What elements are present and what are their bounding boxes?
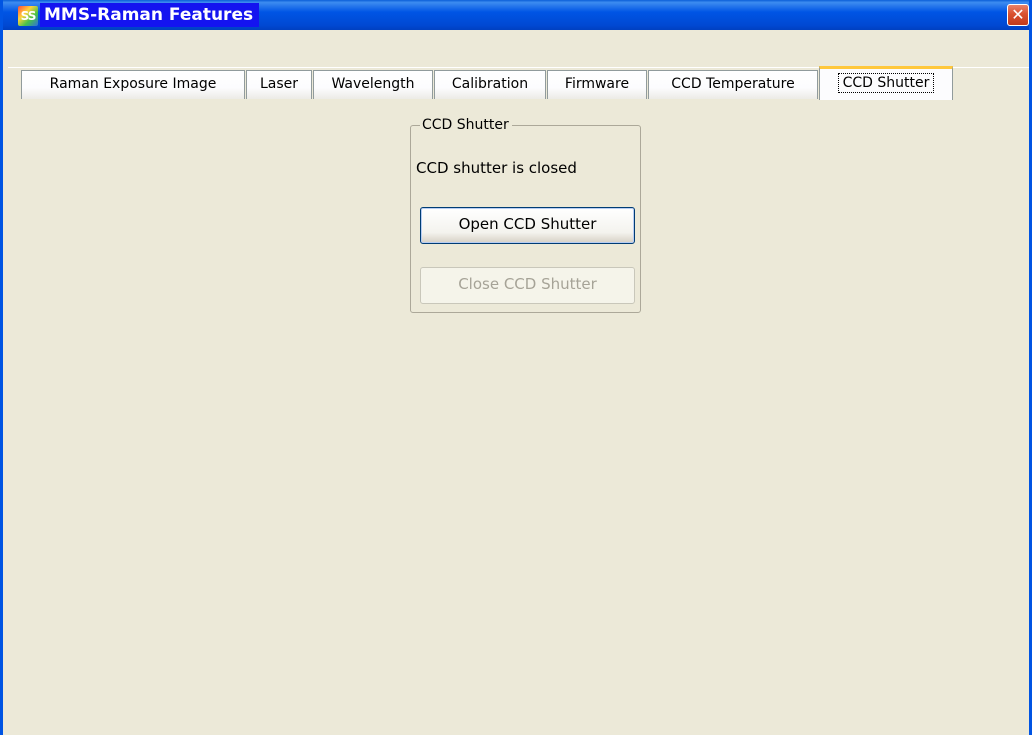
close-window-button[interactable]: ✕	[1007, 4, 1029, 26]
window-title: MMS-Raman Features	[40, 3, 260, 27]
tab-label: Firmware	[564, 76, 630, 92]
title-bar[interactable]: SS MMS-Raman Features ✕	[3, 0, 1029, 30]
tab-calibration[interactable]: Calibration	[434, 70, 546, 99]
tab-label: Raman Exposure Image	[49, 76, 217, 92]
tab-wavelength[interactable]: Wavelength	[313, 70, 433, 99]
tab-raman-exposure-image[interactable]: Raman Exposure Image	[21, 70, 245, 99]
tab-label: Wavelength	[331, 76, 415, 92]
close-ccd-shutter-button[interactable]: Close CCD Shutter	[420, 267, 635, 304]
tab-label: Laser	[259, 76, 299, 92]
app-window: SS MMS-Raman Features ✕ Raman Exposure I…	[0, 0, 1032, 735]
tab-label: CCD Shutter	[837, 73, 935, 93]
app-logo-icon: SS	[18, 6, 38, 26]
tab-firmware[interactable]: Firmware	[547, 70, 647, 99]
tab-ccd-shutter[interactable]: CCD Shutter	[819, 66, 953, 100]
open-ccd-shutter-button[interactable]: Open CCD Shutter	[420, 207, 635, 244]
tab-ccd-temperature[interactable]: CCD Temperature	[648, 70, 818, 99]
close-icon: ✕	[1011, 5, 1025, 24]
tab-label: CCD Temperature	[671, 76, 795, 92]
tab-label: Calibration	[451, 76, 529, 92]
groupbox-title: CCD Shutter	[420, 116, 512, 134]
shutter-status-text: CCD shutter is closed	[416, 159, 577, 177]
tab-laser[interactable]: Laser	[246, 70, 312, 99]
